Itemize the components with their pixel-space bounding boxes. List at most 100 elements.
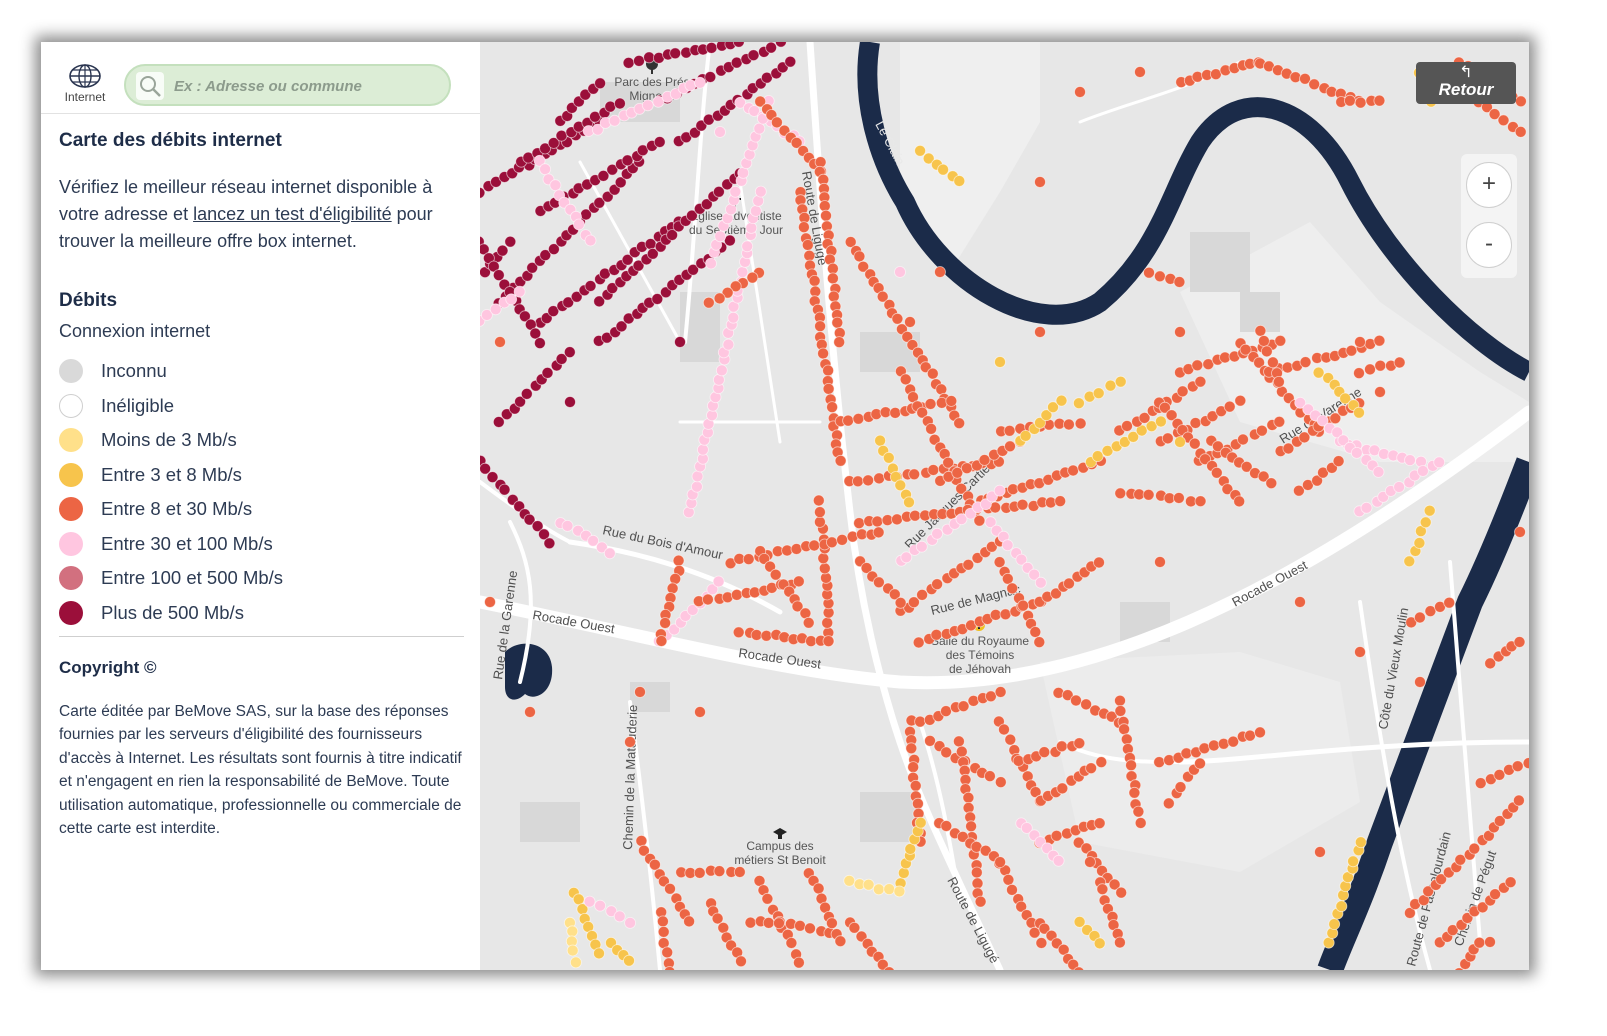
speed-point[interactable]	[641, 99, 654, 112]
speed-point[interactable]	[705, 42, 718, 54]
speed-point[interactable]	[498, 483, 511, 496]
speed-point[interactable]	[1194, 757, 1206, 770]
speed-point[interactable]	[691, 470, 704, 483]
speed-point[interactable]	[994, 856, 1006, 868]
speed-point[interactable]	[1189, 417, 1202, 429]
speed-point[interactable]	[584, 280, 597, 292]
speed-point[interactable]	[826, 262, 839, 275]
speed-point[interactable]	[624, 736, 636, 748]
speed-point[interactable]	[993, 556, 1006, 568]
speed-point[interactable]	[1194, 495, 1207, 508]
speed-point[interactable]	[853, 250, 866, 263]
speed-point[interactable]	[1125, 759, 1137, 772]
legend-item-100to500[interactable]: Entre 100 et 500 Mb/s	[59, 561, 464, 596]
speed-point[interactable]	[1414, 676, 1426, 688]
speed-point[interactable]	[1254, 726, 1266, 739]
speed-point[interactable]	[1374, 359, 1387, 372]
speed-point[interactable]	[909, 509, 921, 522]
speed-point[interactable]	[915, 540, 928, 553]
speed-point[interactable]	[539, 163, 551, 176]
speed-point[interactable]	[931, 527, 944, 540]
speed-point[interactable]	[1443, 596, 1456, 609]
speed-point[interactable]	[945, 395, 958, 407]
speed-point[interactable]	[492, 269, 505, 282]
speed-point[interactable]	[561, 519, 574, 532]
speed-point[interactable]	[899, 373, 912, 386]
speed-point[interactable]	[817, 552, 830, 565]
speed-point[interactable]	[1055, 394, 1068, 407]
speed-point[interactable]	[814, 156, 827, 168]
speed-point[interactable]	[940, 820, 953, 832]
speed-point[interactable]	[897, 867, 910, 879]
speed-point[interactable]	[705, 257, 717, 270]
speed-point[interactable]	[790, 543, 803, 555]
speed-point[interactable]	[1180, 747, 1193, 760]
speed-point[interactable]	[1514, 126, 1527, 138]
speed-point[interactable]	[1093, 556, 1105, 569]
speed-point[interactable]	[1497, 114, 1510, 127]
speed-point[interactable]	[484, 596, 496, 608]
speed-point[interactable]	[1393, 356, 1406, 369]
speed-point[interactable]	[1115, 886, 1128, 899]
speed-point[interactable]	[930, 628, 943, 641]
speed-point[interactable]	[904, 316, 916, 328]
speed-point[interactable]	[978, 454, 991, 466]
speed-point[interactable]	[893, 885, 906, 898]
speed-point[interactable]	[549, 179, 562, 192]
speed-point[interactable]	[957, 700, 970, 713]
speed-point[interactable]	[1154, 556, 1166, 568]
speed-point[interactable]	[871, 515, 884, 528]
speed-point[interactable]	[1254, 324, 1267, 337]
speed-point[interactable]	[802, 616, 815, 629]
speed-point[interactable]	[1114, 487, 1127, 500]
speed-point[interactable]	[905, 742, 918, 755]
speed-point[interactable]	[1350, 446, 1363, 459]
speed-point[interactable]	[907, 761, 920, 773]
speed-point[interactable]	[1034, 576, 1047, 589]
speed-point[interactable]	[656, 915, 669, 928]
speed-point[interactable]	[831, 316, 844, 329]
speed-point[interactable]	[1515, 95, 1527, 108]
speed-point[interactable]	[1413, 537, 1426, 549]
speed-point[interactable]	[1142, 488, 1155, 501]
speed-point[interactable]	[1373, 94, 1386, 107]
speed-point[interactable]	[953, 175, 966, 187]
speed-point[interactable]	[674, 336, 686, 348]
speed-point[interactable]	[666, 582, 679, 595]
speed-point[interactable]	[1016, 498, 1029, 511]
speed-point[interactable]	[563, 346, 576, 359]
speed-point[interactable]	[613, 97, 626, 110]
speed-point[interactable]	[916, 589, 929, 601]
map[interactable]: Parc des Prés Mignons Église Adventiste du…	[480, 42, 1529, 970]
legend-item-ineligible[interactable]: Inéligible	[59, 389, 464, 424]
speed-point[interactable]	[834, 935, 847, 948]
speed-point[interactable]	[696, 443, 709, 456]
speed-point[interactable]	[818, 200, 831, 212]
speed-point[interactable]	[1274, 334, 1287, 347]
speed-point[interactable]	[965, 820, 978, 833]
speed-point[interactable]	[814, 320, 827, 333]
speed-point[interactable]	[1335, 900, 1348, 913]
speed-point[interactable]	[903, 496, 915, 509]
speed-point[interactable]	[1208, 739, 1220, 752]
speed-point[interactable]	[603, 547, 616, 560]
speed-point[interactable]	[812, 882, 825, 895]
speed-point[interactable]	[1354, 646, 1366, 658]
speed-point[interactable]	[1373, 334, 1386, 347]
speed-point[interactable]	[672, 554, 685, 567]
speed-point[interactable]	[1328, 918, 1341, 930]
speed-point[interactable]	[914, 715, 927, 728]
speed-point[interactable]	[914, 144, 927, 157]
speed-point[interactable]	[634, 686, 646, 698]
speed-point[interactable]	[773, 917, 785, 930]
speed-point[interactable]	[741, 240, 754, 253]
speed-point[interactable]	[989, 609, 1002, 621]
speed-point[interactable]	[1035, 937, 1048, 949]
speed-point[interactable]	[1237, 433, 1249, 446]
legend-item-3to8[interactable]: Entre 3 et 8 Mb/s	[59, 458, 464, 493]
speed-point[interactable]	[931, 578, 944, 591]
speed-point[interactable]	[1374, 386, 1386, 398]
speed-point[interactable]	[1120, 733, 1133, 746]
speed-point[interactable]	[792, 575, 805, 588]
speed-point[interactable]	[1085, 762, 1097, 775]
